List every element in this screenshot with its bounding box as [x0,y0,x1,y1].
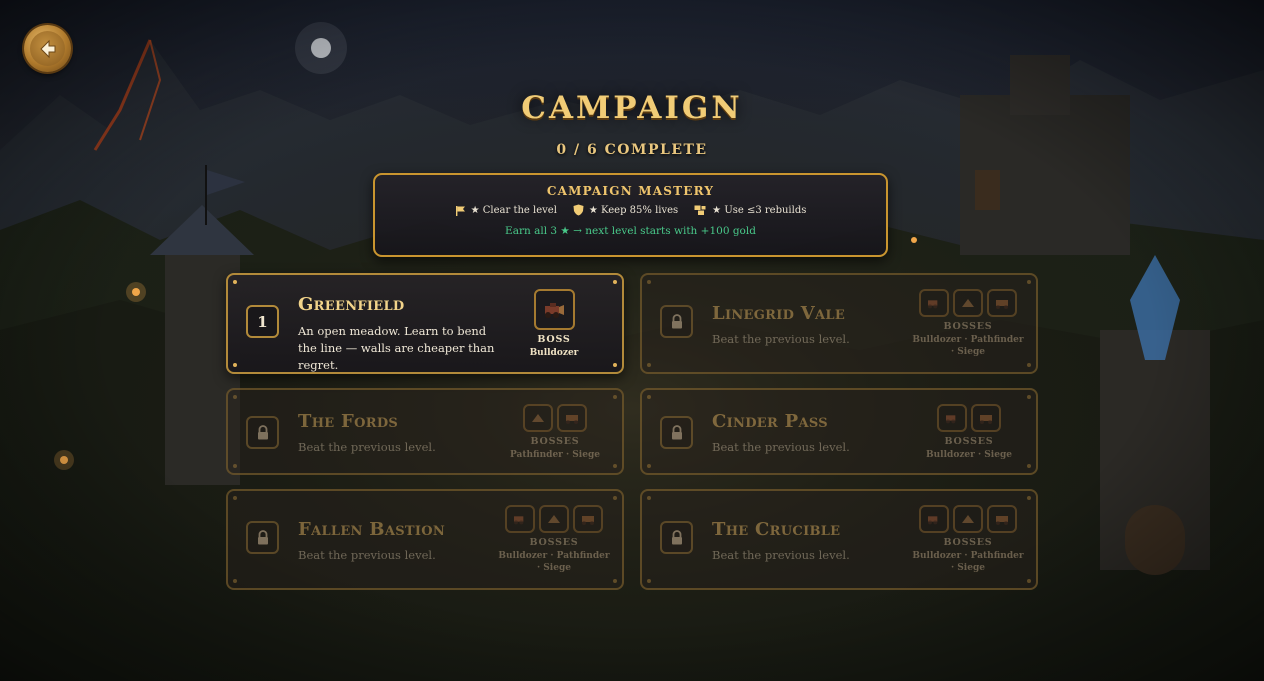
boss-info: Bosses Bulldozer · Pathfinder · Siege [498,505,610,574]
blocks-icon [694,205,706,215]
boss-info: Bosses Bulldozer · Siege [919,404,1019,461]
bulldozer-boss-icon [919,505,949,533]
level-card-greenfield[interactable]: 1 Greenfield An open meadow. Learn to be… [226,273,624,374]
criterion-clear: ★ Clear the level [455,204,557,216]
level-description: Beat the previous level. [712,332,850,346]
boss-label: Bosses [944,436,994,447]
level-description: Beat the previous level. [298,440,436,454]
bulldozer-boss-icon [937,404,967,432]
level-card-cinder-pass[interactable]: Cinder Pass Beat the previous level. Bos… [640,388,1038,475]
lock-badge [246,416,279,449]
boss-names: Bulldozer · Pathfinder · Siege [912,335,1024,357]
siege-boss-icon [971,404,1001,432]
siege-boss-icon [987,289,1017,317]
level-card-fallen-bastion[interactable]: Fallen Bastion Beat the previous level. … [226,489,624,590]
boss-label: Bosses [529,537,579,548]
level-card-the-fords[interactable]: The Fords Beat the previous level. Bosse… [226,388,624,475]
lock-badge [660,305,693,338]
level-name: Fallen Bastion [298,519,446,540]
pathfinder-boss-icon [539,505,569,533]
lock-icon [671,425,682,440]
criterion-rebuilds: ★ Use ≤3 rebuilds [694,204,806,216]
siege-boss-icon [557,404,587,432]
lock-icon [671,530,682,545]
flag-icon [455,205,465,216]
mastery-criteria: ★ Clear the level ★ Keep 85% lives ★ Use… [375,204,886,216]
back-arrow-icon [30,31,65,66]
boss-names: Bulldozer · Siege [926,450,1012,460]
pathfinder-boss-icon [953,505,983,533]
bulldozer-boss-icon [919,289,949,317]
mastery-bonus: Earn all 3 ★ → next level starts with +1… [505,225,756,237]
back-button[interactable] [24,25,71,72]
level-description: An open meadow. Learn to bend the line —… [298,324,495,372]
level-description: Beat the previous level. [712,548,850,562]
criterion-clear-label: ★ Clear the level [470,204,557,216]
lock-icon [257,530,268,545]
lock-badge [660,416,693,449]
criterion-rebuilds-label: ★ Use ≤3 rebuilds [712,204,807,216]
level-name: Cinder Pass [712,411,828,432]
level-description: Beat the previous level. [298,548,436,562]
campaign-mastery-panel: Campaign Mastery ★ Clear the level ★ Kee… [373,173,888,257]
level-number-badge: 1 [246,305,279,338]
criterion-lives: ★ Keep 85% lives [573,204,678,216]
siege-boss-icon [573,505,603,533]
boss-info: Bosses Bulldozer · Pathfinder · Siege [912,289,1024,358]
boss-info: Boss Bulldozer [514,289,594,359]
boss-label: Bosses [943,537,993,548]
lock-badge [660,521,693,554]
level-name: The Fords [298,411,399,432]
bulldozer-boss-icon [505,505,535,533]
pathfinder-boss-icon [953,289,983,317]
shield-icon [573,204,584,216]
boss-info: Bosses Pathfinder · Siege [505,404,605,461]
boss-label: Boss [537,334,571,345]
lock-badge [246,521,279,554]
bulldozer-boss-icon [533,289,575,330]
boss-label: Bosses [530,436,580,447]
campaign-progress: 0 / 6 complete [556,142,708,158]
level-card-linegrid-vale[interactable]: Linegrid Vale Beat the previous level. B… [640,273,1038,374]
boss-names: Bulldozer · Pathfinder · Siege [498,551,610,573]
level-name: The Crucible [712,519,841,540]
pathfinder-boss-icon [523,404,553,432]
level-name: Linegrid Vale [712,303,846,324]
level-card-the-crucible[interactable]: The Crucible Beat the previous level. Bo… [640,489,1038,590]
mastery-title: Campaign Mastery [546,184,715,198]
boss-label: Bosses [943,321,993,332]
lock-icon [257,425,268,440]
level-description: Beat the previous level. [712,440,850,454]
siege-boss-icon [987,505,1017,533]
boss-names: Pathfinder · Siege [510,450,600,460]
boss-names: Bulldozer [529,348,579,358]
level-name: Greenfield [298,294,405,315]
boss-info: Bosses Bulldozer · Pathfinder · Siege [912,505,1024,574]
lock-icon [671,314,682,329]
criterion-lives-label: ★ Keep 85% lives [588,204,679,216]
page-title: Campaign [521,90,743,126]
boss-names: Bulldozer · Pathfinder · Siege [912,551,1024,573]
